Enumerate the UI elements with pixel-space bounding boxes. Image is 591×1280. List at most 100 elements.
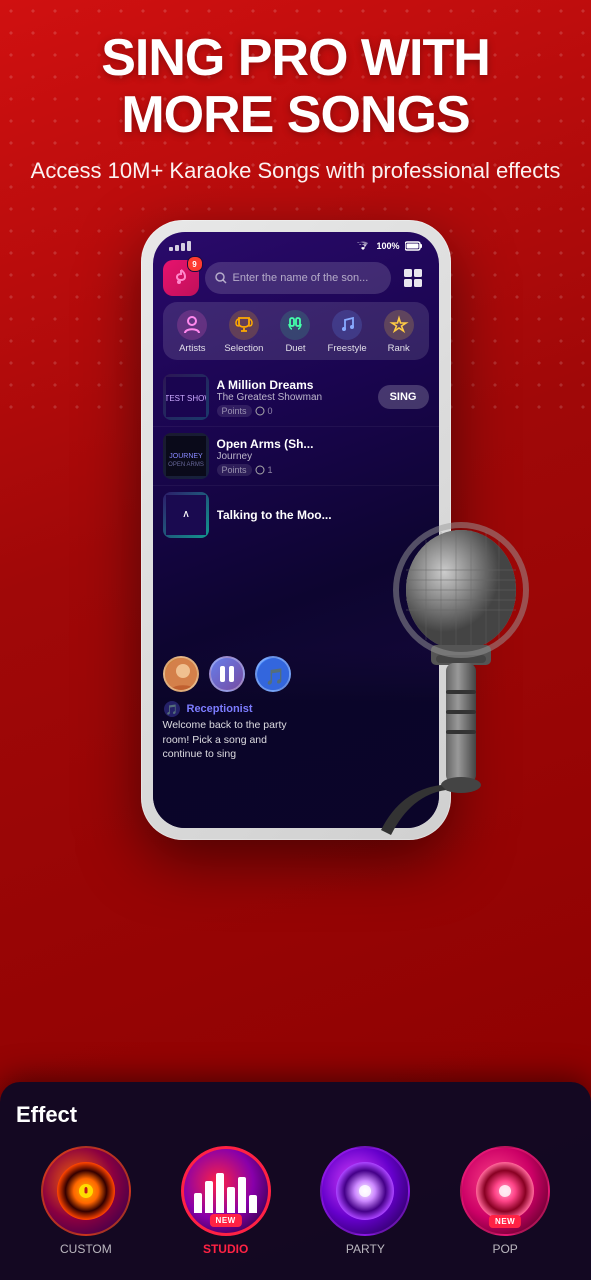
person-icon	[182, 315, 202, 335]
song-artist-2: Journey	[217, 451, 429, 462]
svg-text:OPEN ARMS: OPEN ARMS	[168, 462, 204, 468]
chat-area: 🎵 🎵 Receptionist Welcome back to	[153, 648, 439, 828]
rank-icon	[384, 310, 414, 340]
vinyl-center-party	[359, 1185, 371, 1197]
chat-message-text: Welcome back to the party room! Pick a s…	[163, 718, 429, 762]
trophy-icon	[234, 315, 254, 335]
category-tabs: Artists Select	[163, 302, 429, 360]
studio-new-badge: NEW	[210, 1214, 242, 1227]
music-app-icon	[171, 268, 191, 288]
search-bar[interactable]: Enter the name of the son...	[205, 262, 391, 294]
svg-text:Λ: Λ	[183, 510, 189, 519]
search-placeholder: Enter the name of the son...	[233, 272, 369, 284]
effect-item-party[interactable]: PARTY	[320, 1146, 410, 1256]
song-title-1: A Million Dreams	[217, 378, 370, 392]
chat-line2: room! Pick a song and	[163, 734, 267, 746]
tab-artists[interactable]: Artists	[167, 310, 219, 354]
tabs-row: Artists Select	[167, 310, 425, 354]
subtitle: Access 10M+ Karaoke Songs with professio…	[20, 156, 571, 187]
chat-messages: 🎵 Receptionist Welcome back to the party…	[153, 700, 439, 762]
effect-circle-studio: NEW	[181, 1146, 271, 1236]
pop-new-badge: NEW	[489, 1215, 521, 1228]
points-badge-1: Points	[217, 405, 252, 417]
sing-button-1[interactable]: SING	[378, 385, 429, 409]
points-badge-2: Points	[217, 464, 252, 476]
battery-text: 100%	[376, 241, 399, 251]
chat-username-text: Receptionist	[187, 703, 253, 715]
svg-text:GREATEST SHOWMAN: GREATEST SHOWMAN	[166, 394, 206, 403]
user-avatar-1-icon	[165, 658, 199, 692]
effect-item-studio[interactable]: NEW STUDIO	[181, 1146, 271, 1256]
app-icon-button[interactable]	[163, 260, 199, 296]
pause-icon	[216, 663, 238, 685]
song-info-1: A Million Dreams The Greatest Showman Po…	[217, 378, 370, 417]
chat-line1: Welcome back to the party	[163, 719, 287, 731]
svg-text:🎵: 🎵	[165, 704, 177, 716]
mic-mini-icon	[81, 1186, 91, 1196]
wifi-icon	[355, 240, 371, 252]
points-count-1: 0	[268, 406, 273, 416]
song-info-3: Talking to the Moo...	[217, 508, 429, 522]
search-row: Enter the name of the son...	[153, 260, 439, 296]
chat-user-icon: 🎵	[163, 700, 181, 718]
song-thumb-3: Λ	[163, 492, 209, 538]
effect-label-party: PARTY	[346, 1242, 385, 1256]
effect-item-pop[interactable]: NEW POP	[460, 1146, 550, 1256]
song-meta-1: Points 0	[217, 405, 370, 417]
duet-icon	[280, 310, 310, 340]
phone-mockup: 100%	[141, 220, 451, 840]
effect-items-row: CUSTOM NEW STUDIO	[16, 1146, 575, 1256]
search-icon	[215, 272, 227, 284]
song-meta-2: Points 1	[217, 464, 429, 476]
rank-trophy-icon	[389, 315, 409, 335]
status-right: 100%	[355, 240, 422, 252]
vinyl-pop	[476, 1162, 534, 1220]
effect-item-custom[interactable]: CUSTOM	[41, 1146, 131, 1256]
music-note-avatar-icon: 🎵	[257, 658, 291, 692]
avatar-2	[209, 656, 245, 692]
moon-song-icon: Λ	[166, 495, 206, 535]
tab-rank[interactable]: Rank	[373, 310, 425, 354]
song-item-3[interactable]: Λ Talking to the Moo...	[153, 486, 439, 544]
grid-view-icon	[402, 267, 424, 289]
tab-selection[interactable]: Selection	[218, 310, 270, 354]
phone-screen: 100%	[153, 232, 439, 828]
effect-circle-pop: NEW	[460, 1146, 550, 1236]
signal-icon	[169, 241, 199, 251]
tab-freestyle[interactable]: Freestyle	[321, 310, 373, 354]
points-icon-1	[255, 406, 265, 416]
bar-1	[194, 1193, 202, 1213]
song-info-2: Open Arms (Sh... Journey Points 1	[217, 437, 429, 476]
song-item-1[interactable]: GREATEST SHOWMAN A Million Dreams The Gr…	[153, 368, 439, 427]
vinyl-center-custom	[79, 1184, 93, 1198]
effect-label-pop: POP	[492, 1242, 517, 1256]
song-thumb-1: GREATEST SHOWMAN	[163, 374, 209, 420]
greatest-showman-icon: GREATEST SHOWMAN	[166, 377, 206, 417]
effect-circle-custom	[41, 1146, 131, 1236]
mic-duet-icon	[285, 315, 305, 335]
bar-4	[227, 1187, 235, 1213]
song-artist-1: The Greatest Showman	[217, 392, 370, 403]
bar-6	[249, 1195, 257, 1213]
bar-5	[238, 1177, 246, 1213]
journey-art: JOURNEY OPEN ARMS	[163, 433, 209, 479]
points-icon-2	[255, 465, 265, 475]
main-title: SING PRO WITH MORE SONGS	[20, 30, 571, 144]
rank-label: Rank	[388, 343, 410, 354]
avatar-3: 🎵	[255, 656, 291, 692]
effect-panel: Effect CUSTOM	[0, 1082, 591, 1280]
vinyl-party	[336, 1162, 394, 1220]
effect-circle-party	[320, 1146, 410, 1236]
svg-text:🎵: 🎵	[265, 668, 285, 686]
song-item-2[interactable]: JOURNEY OPEN ARMS Open Arms (Sh... Journ…	[153, 427, 439, 486]
song-thumb-2: JOURNEY OPEN ARMS	[163, 433, 209, 479]
music-note-icon	[337, 315, 357, 335]
moon-art: Λ	[163, 492, 209, 538]
chat-username-row: 🎵 Receptionist	[163, 700, 429, 718]
journey-icon: JOURNEY OPEN ARMS	[166, 436, 206, 476]
tab-duet[interactable]: Duet	[270, 310, 322, 354]
effect-label-studio: STUDIO	[203, 1242, 248, 1256]
song-title-2: Open Arms (Sh...	[217, 437, 429, 451]
grid-icon[interactable]	[397, 262, 429, 294]
vinyl-center-pop	[499, 1185, 511, 1197]
